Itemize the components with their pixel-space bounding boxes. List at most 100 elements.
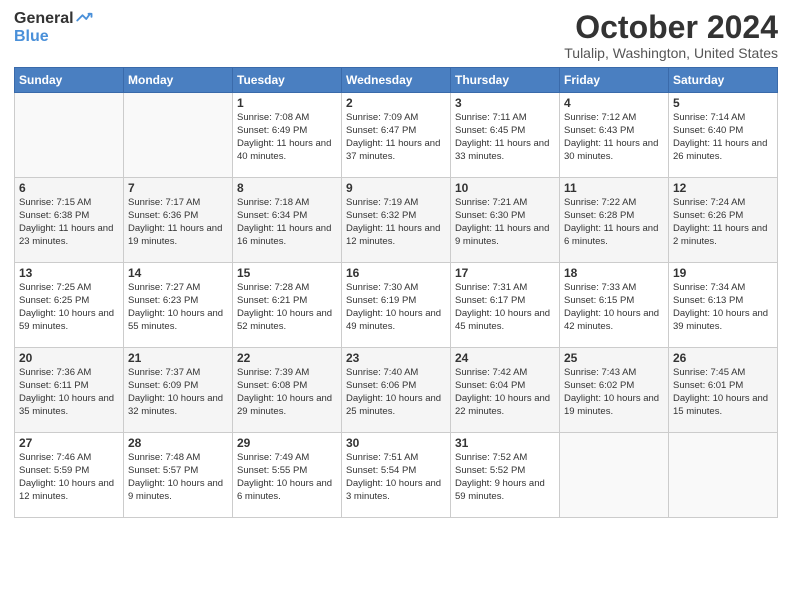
calendar-cell: 26 Sunrise: 7:45 AM Sunset: 6:01 PM Dayli… bbox=[669, 348, 778, 433]
day-info: Sunrise: 7:25 AM Sunset: 6:25 PM Dayligh… bbox=[19, 282, 119, 333]
day-number: 9 bbox=[346, 181, 446, 195]
calendar-cell: 16 Sunrise: 7:30 AM Sunset: 6:19 PM Dayli… bbox=[342, 263, 451, 348]
day-info: Sunrise: 7:21 AM Sunset: 6:30 PM Dayligh… bbox=[455, 197, 555, 248]
day-info: Sunrise: 7:42 AM Sunset: 6:04 PM Dayligh… bbox=[455, 367, 555, 418]
day-number: 7 bbox=[128, 181, 228, 195]
calendar-cell: 27Sunrise: 7:46 AM Sunset: 5:59 PM Dayli… bbox=[15, 433, 124, 518]
day-number: 6 bbox=[19, 181, 119, 195]
calendar-cell bbox=[669, 433, 778, 518]
day-info: Sunrise: 7:45 AM Sunset: 6:01 PM Dayligh… bbox=[673, 367, 773, 418]
day-number: 4 bbox=[564, 96, 664, 110]
calendar-cell: 13 Sunrise: 7:25 AM Sunset: 6:25 PM Dayli… bbox=[15, 263, 124, 348]
day-number: 2 bbox=[346, 96, 446, 110]
day-info: Sunrise: 7:40 AM Sunset: 6:06 PM Dayligh… bbox=[346, 367, 446, 418]
calendar-cell: 24 Sunrise: 7:42 AM Sunset: 6:04 PM Dayli… bbox=[451, 348, 560, 433]
day-number: 11 bbox=[564, 181, 664, 195]
calendar-header-row: Sunday Monday Tuesday Wednesday Thursday… bbox=[15, 68, 778, 93]
day-number: 14 bbox=[128, 266, 228, 280]
calendar-cell: 11 Sunrise: 7:22 AM Sunset: 6:28 PM Dayli… bbox=[560, 178, 669, 263]
calendar-cell: 3 Sunrise: 7:11 AM Sunset: 6:45 PM Daylig… bbox=[451, 93, 560, 178]
calendar-cell: 2 Sunrise: 7:09 AM Sunset: 6:47 PM Daylig… bbox=[342, 93, 451, 178]
col-wednesday: Wednesday bbox=[342, 68, 451, 93]
day-number: 25 bbox=[564, 351, 664, 365]
calendar-cell: 31Sunrise: 7:52 AM Sunset: 5:52 PM Dayli… bbox=[451, 433, 560, 518]
calendar-cell: 19 Sunrise: 7:34 AM Sunset: 6:13 PM Dayli… bbox=[669, 263, 778, 348]
day-info: Sunrise: 7:30 AM Sunset: 6:19 PM Dayligh… bbox=[346, 282, 446, 333]
day-number: 18 bbox=[564, 266, 664, 280]
col-sunday: Sunday bbox=[15, 68, 124, 93]
day-number: 28 bbox=[128, 436, 228, 450]
day-number: 3 bbox=[455, 96, 555, 110]
day-info: Sunrise: 7:18 AM Sunset: 6:34 PM Dayligh… bbox=[237, 197, 337, 248]
day-number: 30 bbox=[346, 436, 446, 450]
day-number: 17 bbox=[455, 266, 555, 280]
day-number: 10 bbox=[455, 181, 555, 195]
calendar-cell: 20 Sunrise: 7:36 AM Sunset: 6:11 PM Dayli… bbox=[15, 348, 124, 433]
logo-blue-text: Blue bbox=[14, 28, 49, 46]
calendar-cell: 15Sunrise: 7:28 AM Sunset: 6:21 PM Dayli… bbox=[233, 263, 342, 348]
location-title: Tulalip, Washington, United States bbox=[564, 45, 778, 61]
calendar-week-row: 20 Sunrise: 7:36 AM Sunset: 6:11 PM Dayli… bbox=[15, 348, 778, 433]
calendar-cell: 22Sunrise: 7:39 AM Sunset: 6:08 PM Dayli… bbox=[233, 348, 342, 433]
title-block: October 2024 Tulalip, Washington, United… bbox=[564, 10, 778, 61]
day-info: Sunrise: 7:46 AM Sunset: 5:59 PM Dayligh… bbox=[19, 452, 119, 503]
day-info: Sunrise: 7:22 AM Sunset: 6:28 PM Dayligh… bbox=[564, 197, 664, 248]
logo-general-text: General bbox=[14, 10, 74, 28]
day-number: 21 bbox=[128, 351, 228, 365]
calendar-cell: 21Sunrise: 7:37 AM Sunset: 6:09 PM Dayli… bbox=[124, 348, 233, 433]
calendar-cell: 5 Sunrise: 7:14 AM Sunset: 6:40 PM Daylig… bbox=[669, 93, 778, 178]
page: General Blue October 2024 Tulalip, Washi… bbox=[0, 0, 792, 612]
col-thursday: Thursday bbox=[451, 68, 560, 93]
calendar-cell: 7 Sunrise: 7:17 AM Sunset: 6:36 PM Daylig… bbox=[124, 178, 233, 263]
calendar-cell: 23 Sunrise: 7:40 AM Sunset: 6:06 PM Dayli… bbox=[342, 348, 451, 433]
calendar-cell bbox=[15, 93, 124, 178]
day-number: 16 bbox=[346, 266, 446, 280]
day-number: 29 bbox=[237, 436, 337, 450]
col-monday: Monday bbox=[124, 68, 233, 93]
day-info: Sunrise: 7:15 AM Sunset: 6:38 PM Dayligh… bbox=[19, 197, 119, 248]
calendar-cell: 18 Sunrise: 7:33 AM Sunset: 6:15 PM Dayli… bbox=[560, 263, 669, 348]
day-number: 24 bbox=[455, 351, 555, 365]
calendar-cell: 29Sunrise: 7:49 AM Sunset: 5:55 PM Dayli… bbox=[233, 433, 342, 518]
col-tuesday: Tuesday bbox=[233, 68, 342, 93]
header: General Blue October 2024 Tulalip, Washi… bbox=[14, 10, 778, 61]
day-info: Sunrise: 7:43 AM Sunset: 6:02 PM Dayligh… bbox=[564, 367, 664, 418]
day-number: 20 bbox=[19, 351, 119, 365]
day-number: 19 bbox=[673, 266, 773, 280]
day-info: Sunrise: 7:31 AM Sunset: 6:17 PM Dayligh… bbox=[455, 282, 555, 333]
day-number: 8 bbox=[237, 181, 337, 195]
calendar-cell: 28 Sunrise: 7:48 AM Sunset: 5:57 PM Dayli… bbox=[124, 433, 233, 518]
day-info: Sunrise: 7:11 AM Sunset: 6:45 PM Dayligh… bbox=[455, 112, 555, 163]
day-number: 13 bbox=[19, 266, 119, 280]
day-number: 23 bbox=[346, 351, 446, 365]
calendar-cell: 4 Sunrise: 7:12 AM Sunset: 6:43 PM Daylig… bbox=[560, 93, 669, 178]
day-info: Sunrise: 7:14 AM Sunset: 6:40 PM Dayligh… bbox=[673, 112, 773, 163]
calendar-cell: 10 Sunrise: 7:21 AM Sunset: 6:30 PM Dayli… bbox=[451, 178, 560, 263]
day-info: Sunrise: 7:51 AM Sunset: 5:54 PM Dayligh… bbox=[346, 452, 446, 503]
day-number: 22 bbox=[237, 351, 337, 365]
day-info: Sunrise: 7:36 AM Sunset: 6:11 PM Dayligh… bbox=[19, 367, 119, 418]
day-info: Sunrise: 7:34 AM Sunset: 6:13 PM Dayligh… bbox=[673, 282, 773, 333]
day-number: 1 bbox=[237, 96, 337, 110]
day-info: Sunrise: 7:17 AM Sunset: 6:36 PM Dayligh… bbox=[128, 197, 228, 248]
day-info: Sunrise: 7:33 AM Sunset: 6:15 PM Dayligh… bbox=[564, 282, 664, 333]
calendar-week-row: 6 Sunrise: 7:15 AM Sunset: 6:38 PM Daylig… bbox=[15, 178, 778, 263]
day-number: 12 bbox=[673, 181, 773, 195]
col-saturday: Saturday bbox=[669, 68, 778, 93]
calendar-cell: 8 Sunrise: 7:18 AM Sunset: 6:34 PM Daylig… bbox=[233, 178, 342, 263]
calendar-cell: 17 Sunrise: 7:31 AM Sunset: 6:17 PM Dayli… bbox=[451, 263, 560, 348]
day-info: Sunrise: 7:08 AM Sunset: 6:49 PM Dayligh… bbox=[237, 112, 337, 163]
day-number: 26 bbox=[673, 351, 773, 365]
day-info: Sunrise: 7:24 AM Sunset: 6:26 PM Dayligh… bbox=[673, 197, 773, 248]
day-number: 31 bbox=[455, 436, 555, 450]
day-info: Sunrise: 7:09 AM Sunset: 6:47 PM Dayligh… bbox=[346, 112, 446, 163]
day-info: Sunrise: 7:12 AM Sunset: 6:43 PM Dayligh… bbox=[564, 112, 664, 163]
calendar-week-row: 13 Sunrise: 7:25 AM Sunset: 6:25 PM Dayli… bbox=[15, 263, 778, 348]
day-info: Sunrise: 7:19 AM Sunset: 6:32 PM Dayligh… bbox=[346, 197, 446, 248]
day-info: Sunrise: 7:48 AM Sunset: 5:57 PM Dayligh… bbox=[128, 452, 228, 503]
calendar-cell: 6 Sunrise: 7:15 AM Sunset: 6:38 PM Daylig… bbox=[15, 178, 124, 263]
calendar-cell: 30 Sunrise: 7:51 AM Sunset: 5:54 PM Dayli… bbox=[342, 433, 451, 518]
calendar-cell: 9 Sunrise: 7:19 AM Sunset: 6:32 PM Daylig… bbox=[342, 178, 451, 263]
day-number: 5 bbox=[673, 96, 773, 110]
day-info: Sunrise: 7:28 AM Sunset: 6:21 PM Dayligh… bbox=[237, 282, 337, 333]
